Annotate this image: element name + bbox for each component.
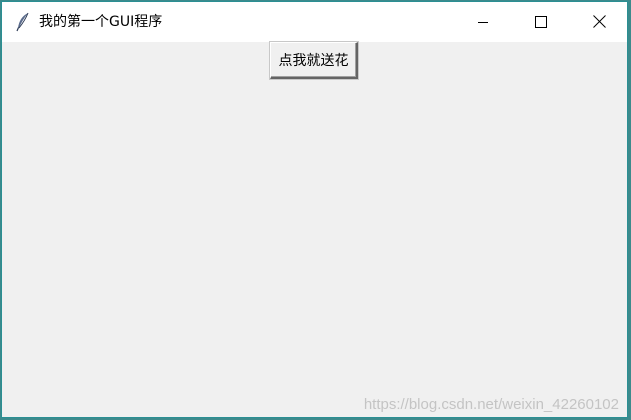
- window-title: 我的第一个GUI程序: [39, 14, 163, 30]
- close-icon: [592, 13, 606, 32]
- maximize-button[interactable]: [512, 2, 570, 42]
- minimize-icon: [477, 13, 489, 32]
- feather-icon: [16, 12, 30, 32]
- close-button[interactable]: [570, 2, 627, 42]
- app-window: 我的第一个GUI程序 点我就送花 https://blog.csdn.net/w…: [1, 1, 628, 418]
- send-flower-button[interactable]: 点我就送花: [270, 42, 358, 79]
- window-client-area: 点我就送花 https://blog.csdn.net/weixin_42260…: [2, 42, 627, 417]
- maximize-icon: [535, 13, 547, 32]
- watermark: https://blog.csdn.net/weixin_42260102: [363, 396, 619, 413]
- title-bar[interactable]: 我的第一个GUI程序: [2, 2, 627, 42]
- minimize-button[interactable]: [454, 2, 512, 42]
